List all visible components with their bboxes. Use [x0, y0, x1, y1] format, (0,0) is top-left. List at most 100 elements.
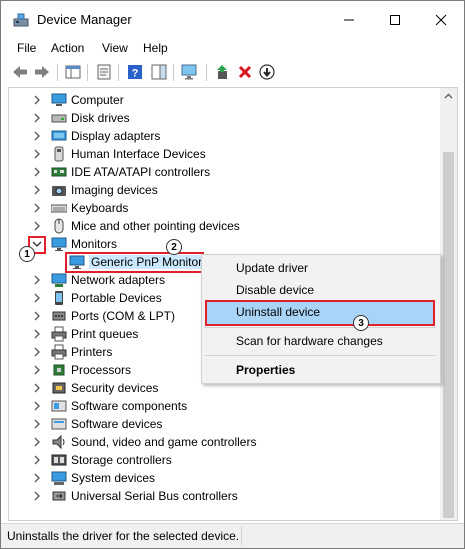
tree-row[interactable]: System devices: [9, 469, 439, 487]
update-driver-button[interactable]: [214, 63, 232, 81]
properties-button[interactable]: [95, 63, 113, 81]
help-icon: ?: [128, 65, 142, 80]
chevron-right-icon[interactable]: [31, 472, 43, 484]
chevron-right-icon[interactable]: [31, 382, 43, 394]
action-pane-icon: [151, 64, 167, 80]
tree-row[interactable]: Imaging devices: [9, 181, 439, 199]
title-bar[interactable]: Device Manager: [1, 1, 464, 39]
toolbar-separator: [173, 64, 174, 81]
menu-bar: File Action View Help: [1, 39, 464, 59]
menu-view[interactable]: View: [102, 41, 128, 55]
chevron-right-icon[interactable]: [31, 112, 43, 124]
properties-icon: [97, 64, 111, 80]
back-button[interactable]: [11, 63, 29, 81]
software-device-icon: [51, 418, 67, 430]
chevron-right-icon[interactable]: [31, 328, 43, 340]
enable-device-button[interactable]: [258, 63, 276, 81]
properties-menu-item[interactable]: Properties: [236, 363, 295, 377]
chevron-right-icon[interactable]: [31, 436, 43, 448]
uninstall-device-button[interactable]: [236, 63, 254, 81]
action-pane-button[interactable]: [150, 63, 168, 81]
chevron-right-icon[interactable]: [31, 364, 43, 376]
network-adapter-icon: [51, 273, 67, 287]
chevron-right-icon[interactable]: [31, 400, 43, 412]
chevron-right-icon[interactable]: [31, 130, 43, 142]
chevron-right-icon[interactable]: [31, 202, 43, 214]
usb-icon: [52, 491, 66, 501]
tree-item-label: Mice and other pointing devices: [71, 219, 240, 233]
tree-item-label: Network adapters: [71, 273, 166, 287]
computer-icon: [51, 93, 67, 106]
tree-row[interactable]: Mice and other pointing devices: [9, 217, 439, 235]
tree-item-label: Display adapters: [71, 129, 161, 143]
window-title: Device Manager: [37, 12, 132, 27]
port-icon: [52, 311, 66, 321]
tree-row[interactable]: Keyboards: [9, 199, 439, 217]
disable-device-menu-item[interactable]: Disable device: [236, 283, 314, 297]
scan-hardware-button[interactable]: [181, 63, 199, 81]
close-button[interactable]: [418, 1, 464, 39]
uninstall-device-menu-item[interactable]: Uninstall device: [236, 305, 320, 319]
chevron-right-icon[interactable]: [31, 274, 43, 286]
menu-help[interactable]: Help: [143, 41, 168, 55]
menu-action[interactable]: Action: [51, 41, 84, 55]
step-1-marker: 1: [19, 246, 35, 262]
scrollbar-thumb[interactable]: [443, 152, 454, 518]
help-button[interactable]: ?: [126, 63, 144, 81]
device-manager-icon: [13, 13, 29, 27]
sound-icon: [52, 434, 65, 450]
keyboard-icon: [51, 204, 67, 213]
red-x-icon: [238, 65, 252, 79]
tree-row[interactable]: IDE ATA/ATAPI controllers: [9, 163, 439, 181]
tree-row[interactable]: Sound, video and game controllers: [9, 433, 439, 451]
generic-pnp-monitor-highlight: [65, 252, 204, 273]
maximize-button[interactable]: [372, 1, 418, 39]
tree-row[interactable]: Storage controllers: [9, 451, 439, 469]
tree-row[interactable]: Universal Serial Bus controllers: [9, 487, 439, 505]
monitor-scan-icon: [181, 64, 197, 80]
chevron-right-icon[interactable]: [31, 346, 43, 358]
toolbar-separator: [57, 64, 58, 81]
disk-drive-icon: [51, 114, 67, 123]
scroll-up-icon[interactable]: [444, 92, 453, 101]
printer-icon: [51, 344, 67, 360]
console-tree-icon: [65, 65, 81, 79]
chevron-right-icon[interactable]: [31, 184, 43, 196]
tree-item-label: Storage controllers: [71, 453, 172, 467]
scan-hardware-menu-item[interactable]: Scan for hardware changes: [236, 334, 383, 348]
vertical-scrollbar[interactable]: [440, 88, 457, 520]
minimize-button[interactable]: [326, 1, 372, 39]
show-hide-console-tree-button[interactable]: [64, 63, 82, 81]
chevron-right-icon[interactable]: [31, 490, 43, 502]
ide-controller-icon: [51, 167, 67, 177]
chevron-right-icon[interactable]: [31, 418, 43, 430]
tree-row[interactable]: Software components: [9, 397, 439, 415]
chevron-right-icon[interactable]: [31, 166, 43, 178]
status-text: Uninstalls the driver for the selected d…: [7, 529, 240, 543]
tree-row[interactable]: Monitors: [9, 235, 439, 253]
step-2-marker: 2: [166, 239, 182, 255]
tree-row[interactable]: Human Interface Devices: [9, 145, 439, 163]
close-icon: [435, 14, 447, 26]
tree-row[interactable]: Software devices: [9, 415, 439, 433]
chevron-right-icon[interactable]: [31, 148, 43, 160]
tree-row[interactable]: Display adapters: [9, 127, 439, 145]
forward-button[interactable]: [33, 63, 51, 81]
system-device-icon: [51, 471, 67, 485]
printer-icon: [51, 326, 67, 342]
chevron-right-icon[interactable]: [31, 292, 43, 304]
tree-row[interactable]: Disk drives: [9, 109, 439, 127]
chevron-right-icon[interactable]: [31, 310, 43, 322]
chevron-right-icon[interactable]: [31, 94, 43, 106]
chevron-right-icon[interactable]: [31, 454, 43, 466]
tree-row[interactable]: Computer: [9, 91, 439, 109]
context-menu-separator: [204, 327, 436, 328]
menu-file[interactable]: File: [17, 41, 36, 55]
tree-item-label: Universal Serial Bus controllers: [71, 489, 238, 503]
camera-icon: [52, 186, 66, 196]
back-arrow-icon: [13, 66, 27, 78]
chevron-right-icon[interactable]: [31, 220, 43, 232]
tree-item-label: Software devices: [71, 417, 163, 431]
update-driver-menu-item[interactable]: Update driver: [236, 261, 308, 275]
context-menu: Update driver Disable device Uninstall d…: [201, 254, 441, 384]
